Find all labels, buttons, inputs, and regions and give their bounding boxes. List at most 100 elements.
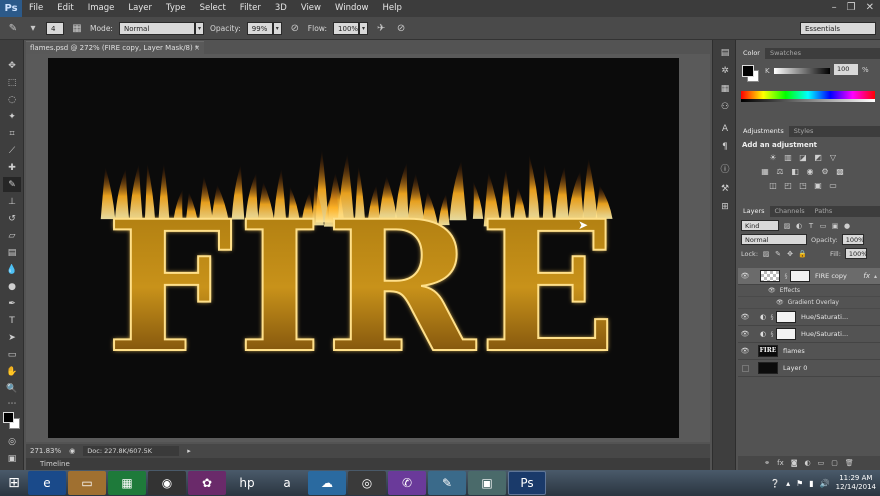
crop-tool-icon[interactable]: ⌗ [3, 126, 21, 141]
visibility-eye-icon[interactable]: 👁 [738, 347, 752, 355]
levels-icon[interactable]: ▥ [783, 153, 793, 163]
opacity-dropdown-icon[interactable]: ▾ [272, 21, 282, 35]
history-brush-tool-icon[interactable]: ↺ [3, 211, 21, 226]
layer-row-layer-0[interactable]: Layer 0 [738, 360, 880, 377]
menu-help[interactable]: Help [376, 0, 409, 17]
zoom-tool-icon[interactable]: 🔍 [3, 381, 21, 396]
lock-transparent-icon[interactable]: ▨ [762, 250, 770, 258]
healing-brush-tool-icon[interactable]: ✚ [3, 160, 21, 175]
effects-eye-icon[interactable]: 👁 [768, 287, 776, 294]
layer-mask-thumbnail[interactable] [790, 270, 810, 282]
fill-field[interactable]: 100% [844, 248, 867, 259]
network-icon[interactable]: ▮ [809, 479, 813, 488]
brush-tool-icon[interactable]: ✎ [3, 177, 21, 192]
eyedropper-tool-icon[interactable]: ⟋ [3, 143, 21, 158]
pressure-size-icon[interactable]: ⊘ [394, 21, 408, 35]
status-info-icon[interactable]: ◉ [69, 447, 75, 455]
threshold-icon[interactable]: ◳ [798, 181, 808, 191]
black-white-icon[interactable]: ◧ [790, 167, 800, 177]
menu-filter[interactable]: Filter [233, 0, 268, 17]
channel-mixer-icon[interactable]: ⚙ [820, 167, 830, 177]
visibility-toggle-off[interactable] [738, 364, 752, 372]
menu-window[interactable]: Window [328, 0, 376, 17]
photoshop-taskbar-icon[interactable]: Ps [508, 471, 546, 495]
k-channel-value[interactable]: 100 [834, 64, 858, 75]
lock-image-icon[interactable]: ✎ [774, 250, 782, 258]
gradient-tool-icon[interactable]: ▤ [3, 245, 21, 260]
new-adjustment-icon[interactable]: ◐ [805, 459, 811, 467]
color-lookup-icon[interactable]: ▩ [835, 167, 845, 177]
visibility-eye-icon[interactable]: 👁 [738, 330, 752, 338]
help-icon[interactable]: ❔ [770, 479, 780, 488]
new-layer-icon[interactable]: ▢ [831, 459, 838, 467]
foreground-color-swatch[interactable] [3, 412, 14, 423]
layers-opacity-field[interactable]: 100% [841, 234, 864, 245]
visibility-eye-icon[interactable]: 👁 [738, 272, 752, 280]
vibrance-icon[interactable]: ▽ [828, 153, 838, 163]
layer-row-hue-saturation-2[interactable]: 👁 ◐ § Hue/Saturati... [738, 326, 880, 343]
layer-row-fire-copy[interactable]: 👁 § FIRE copy fx ▴ [738, 268, 880, 285]
network-app-icon[interactable]: ▣ [468, 471, 506, 495]
tab-channels[interactable]: Channels [770, 206, 810, 217]
dodge-tool-icon[interactable]: ● [3, 279, 21, 294]
chrome-icon[interactable]: ◎ [348, 471, 386, 495]
exposure-icon[interactable]: ◩ [813, 153, 823, 163]
brightness-contrast-icon[interactable]: ☀ [768, 153, 778, 163]
hand-tool-icon[interactable]: ✋ [3, 364, 21, 379]
clock[interactable]: 11:29 AM 12/14/2014 [836, 474, 876, 492]
document-tab[interactable]: flames.psd @ 272% (FIRE copy, Layer Mask… [26, 41, 204, 54]
brush-panel-icon[interactable]: ▦ [70, 21, 84, 35]
eraser-tool-icon[interactable]: ▱ [3, 228, 21, 243]
color-balance-icon[interactable]: ⚖ [775, 167, 785, 177]
flag-icon[interactable]: ⚑ [796, 479, 803, 488]
tab-swatches[interactable]: Swatches [765, 48, 806, 59]
brush-size-field[interactable]: 4 [46, 21, 64, 35]
layer-row-hue-saturation-1[interactable]: 👁 ◐ § Hue/Saturati... [738, 309, 880, 326]
hue-saturation-icon[interactable]: ▦ [760, 167, 770, 177]
minimize-icon[interactable]: – [832, 2, 837, 13]
history-panel-icon[interactable]: ▤ [718, 48, 732, 60]
menu-edit[interactable]: Edit [50, 0, 80, 17]
tab-paths[interactable]: Paths [810, 206, 838, 217]
brush-presets-panel-icon[interactable]: ⚇ [718, 102, 732, 114]
layer-filter-kind-select[interactable]: Kind [741, 220, 779, 231]
swatches-panel-icon[interactable]: ▦ [718, 84, 732, 96]
add-mask-icon[interactable]: ◙ [791, 459, 798, 467]
filter-toggle-icon[interactable]: ● [843, 222, 851, 230]
tab-adjustments[interactable]: Adjustments [738, 126, 789, 137]
media-app-icon[interactable]: ✿ [188, 471, 226, 495]
menu-image[interactable]: Image [81, 0, 122, 17]
pen-tool-icon[interactable]: ✒ [3, 296, 21, 311]
filter-pixel-icon[interactable]: ▨ [783, 222, 791, 230]
opacity-field[interactable]: 99% [246, 21, 273, 35]
invert-icon[interactable]: ◫ [768, 181, 778, 191]
photo-filter-icon[interactable]: ◉ [805, 167, 815, 177]
posterize-icon[interactable]: ◰ [783, 181, 793, 191]
document-canvas[interactable]: FIRE FIRE ➤ [48, 58, 679, 438]
tab-color[interactable]: Color [738, 48, 765, 59]
lock-all-icon[interactable]: 🔒 [798, 250, 807, 258]
zoom-level[interactable]: 271.83% [30, 447, 61, 455]
move-tool-icon[interactable]: ✥ [3, 58, 21, 73]
character-panel-icon[interactable]: A [718, 124, 732, 136]
paragraph-panel-icon[interactable]: ¶ [718, 142, 732, 154]
file-explorer-icon[interactable]: ▭ [68, 471, 106, 495]
viber-icon[interactable]: ✆ [388, 471, 426, 495]
hp-app-icon[interactable]: hp [228, 471, 266, 495]
camera-app-icon[interactable]: ◉ [148, 471, 186, 495]
properties-panel-icon[interactable]: ✲ [718, 66, 732, 78]
add-style-icon[interactable]: fx [777, 459, 784, 467]
selective-color-icon[interactable]: ▣ [813, 181, 823, 191]
link-layers-icon[interactable]: ⚭ [764, 459, 770, 467]
brush-preset-icon[interactable]: ✎ [6, 21, 20, 35]
k-channel-slider[interactable] [774, 68, 830, 74]
clone-source-panel-icon[interactable]: ⊞ [718, 202, 732, 214]
flow-field[interactable]: 100% [333, 21, 360, 35]
shape-tool-icon[interactable]: ▭ [3, 347, 21, 362]
filter-shape-icon[interactable]: ▭ [819, 222, 827, 230]
grayscale-ramp[interactable] [741, 99, 875, 102]
mode-select[interactable]: Normal [118, 21, 195, 35]
volume-icon[interactable]: 🔊 [820, 479, 830, 488]
path-selection-tool-icon[interactable]: ➤ [3, 330, 21, 345]
tool-presets-panel-icon[interactable]: ⚒ [718, 184, 732, 196]
